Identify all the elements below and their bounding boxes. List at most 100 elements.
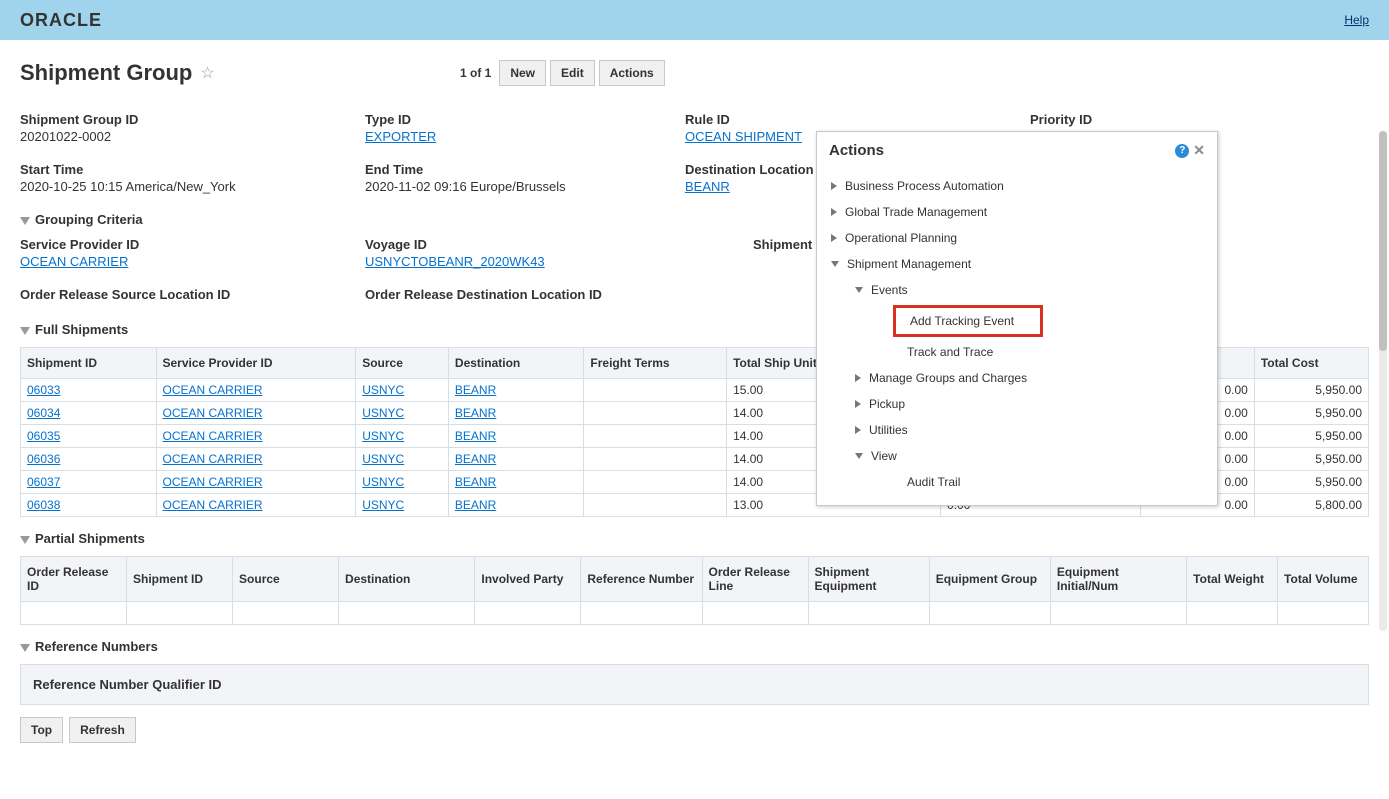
shipment-group-id-label: Shipment Group ID — [20, 112, 365, 127]
actions-tree: Business Process Automation Global Trade… — [817, 169, 1217, 505]
chevron-down-icon — [855, 287, 863, 293]
col-header[interactable]: Shipment ID — [127, 557, 233, 602]
destination-link[interactable]: BEANR — [455, 383, 496, 397]
service-provider-link[interactable]: OCEAN CARRIER — [163, 452, 263, 466]
help-link[interactable]: Help — [1344, 13, 1369, 27]
col-freight-terms[interactable]: Freight Terms — [584, 348, 727, 379]
col-header[interactable]: Equipment Group — [929, 557, 1050, 602]
destination-link[interactable]: BEANR — [455, 498, 496, 512]
col-header[interactable]: Shipment Equipment — [808, 557, 929, 602]
tree-label: Business Process Automation — [845, 179, 1004, 193]
shipment-id-link[interactable]: 06033 — [27, 383, 60, 397]
service-provider-link[interactable]: OCEAN CARRIER — [163, 429, 263, 443]
shipment-id-link[interactable]: 06037 — [27, 475, 60, 489]
chevron-down-icon — [855, 453, 863, 459]
empty-cell — [1050, 602, 1186, 625]
col-header[interactable]: Source — [233, 557, 339, 602]
freight-terms-cell — [584, 379, 727, 402]
tree-pickup[interactable]: Pickup — [817, 391, 1217, 417]
new-button[interactable]: New — [499, 60, 546, 86]
tree-label: Operational Planning — [845, 231, 957, 245]
destination-link[interactable]: BEANR — [455, 475, 496, 489]
col-service-provider[interactable]: Service Provider ID — [156, 348, 356, 379]
shipment-id-link[interactable]: 06038 — [27, 498, 60, 512]
destination-link[interactable]: BEANR — [455, 429, 496, 443]
col-header[interactable]: Total Weight — [1187, 557, 1278, 602]
col-source[interactable]: Source — [356, 348, 449, 379]
empty-cell — [1278, 602, 1369, 625]
source-link[interactable]: USNYC — [362, 429, 404, 443]
type-id-label: Type ID — [365, 112, 685, 127]
tree-utilities[interactable]: Utilities — [817, 417, 1217, 443]
freight-terms-cell — [584, 448, 727, 471]
source-link[interactable]: USNYC — [362, 452, 404, 466]
total-cost-cell: 5,800.00 — [1254, 494, 1368, 517]
tree-label: Manage Groups and Charges — [869, 371, 1027, 385]
tree-global-trade-management[interactable]: Global Trade Management — [817, 199, 1217, 225]
destination-link[interactable]: BEANR — [455, 406, 496, 420]
total-cost-cell: 5,950.00 — [1254, 379, 1368, 402]
actions-button[interactable]: Actions — [599, 60, 665, 86]
tree-operational-planning[interactable]: Operational Planning — [817, 225, 1217, 251]
service-provider-link[interactable]: OCEAN CARRIER — [163, 475, 263, 489]
col-shipment-id[interactable]: Shipment ID — [21, 348, 157, 379]
tree-manage-groups[interactable]: Manage Groups and Charges — [817, 365, 1217, 391]
tree-label: Global Trade Management — [845, 205, 987, 219]
service-provider-id-link[interactable]: OCEAN CARRIER — [20, 254, 128, 269]
rule-id-link[interactable]: OCEAN SHIPMENT — [685, 129, 802, 144]
voyage-id-label: Voyage ID — [365, 237, 685, 252]
empty-cell — [233, 602, 339, 625]
shipment-id-link[interactable]: 06035 — [27, 429, 60, 443]
dest-location-link[interactable]: BEANR — [685, 179, 730, 194]
col-header[interactable]: Equipment Initial/Num — [1050, 557, 1186, 602]
source-link[interactable]: USNYC — [362, 475, 404, 489]
col-header[interactable]: Involved Party — [475, 557, 581, 602]
voyage-id-link[interactable]: USNYCTOBEANR_2020WK43 — [365, 254, 545, 269]
tree-business-process-automation[interactable]: Business Process Automation — [817, 173, 1217, 199]
tree-events[interactable]: Events — [817, 277, 1217, 303]
tree-audit-trail[interactable]: Audit Trail — [817, 469, 1217, 495]
empty-cell — [808, 602, 929, 625]
source-link[interactable]: USNYC — [362, 383, 404, 397]
total-cost-cell: 5,950.00 — [1254, 471, 1368, 494]
tree-track-and-trace[interactable]: Track and Trace — [817, 339, 1217, 365]
tree-shipment-management[interactable]: Shipment Management — [817, 251, 1217, 277]
shipment-id-link[interactable]: 06034 — [27, 406, 60, 420]
service-provider-id-label: Service Provider ID — [20, 237, 365, 252]
vertical-scrollbar[interactable] — [1379, 131, 1387, 631]
tree-add-tracking-event[interactable]: Add Tracking Event — [893, 305, 1043, 337]
oracle-logo: ORACLE — [20, 10, 102, 31]
col-header[interactable]: Order Release Line — [702, 557, 808, 602]
col-header[interactable]: Total Volume — [1278, 557, 1369, 602]
close-icon[interactable]: ✕ — [1193, 142, 1205, 159]
type-id-link[interactable]: EXPORTER — [365, 129, 436, 144]
col-header[interactable]: Reference Number — [581, 557, 702, 602]
edit-button[interactable]: Edit — [550, 60, 595, 86]
source-link[interactable]: USNYC — [362, 498, 404, 512]
collapse-icon — [20, 536, 30, 544]
partial-shipments-header[interactable]: Partial Shipments — [20, 531, 1369, 546]
section-label: Partial Shipments — [35, 531, 145, 546]
shipment-id-link[interactable]: 06036 — [27, 452, 60, 466]
source-link[interactable]: USNYC — [362, 406, 404, 420]
freight-terms-cell — [584, 494, 727, 517]
col-total-cost[interactable]: Total Cost — [1254, 348, 1368, 379]
destination-link[interactable]: BEANR — [455, 452, 496, 466]
top-button[interactable]: Top — [20, 717, 63, 743]
col-destination[interactable]: Destination — [448, 348, 584, 379]
chevron-right-icon — [855, 400, 861, 408]
favorite-star-icon[interactable]: ☆ — [200, 63, 214, 83]
col-header[interactable]: Order Release ID — [21, 557, 127, 602]
col-header[interactable]: Destination — [339, 557, 475, 602]
service-provider-link[interactable]: OCEAN CARRIER — [163, 383, 263, 397]
tree-label: Track and Trace — [907, 345, 993, 359]
help-icon[interactable]: ? — [1175, 144, 1189, 158]
scrollbar-thumb[interactable] — [1379, 131, 1387, 351]
empty-cell — [21, 602, 127, 625]
reference-numbers-header[interactable]: Reference Numbers — [20, 639, 1369, 654]
service-provider-link[interactable]: OCEAN CARRIER — [163, 498, 263, 512]
refresh-button[interactable]: Refresh — [69, 717, 136, 743]
tree-view[interactable]: View — [817, 443, 1217, 469]
app-header: ORACLE Help — [0, 0, 1389, 40]
service-provider-link[interactable]: OCEAN CARRIER — [163, 406, 263, 420]
